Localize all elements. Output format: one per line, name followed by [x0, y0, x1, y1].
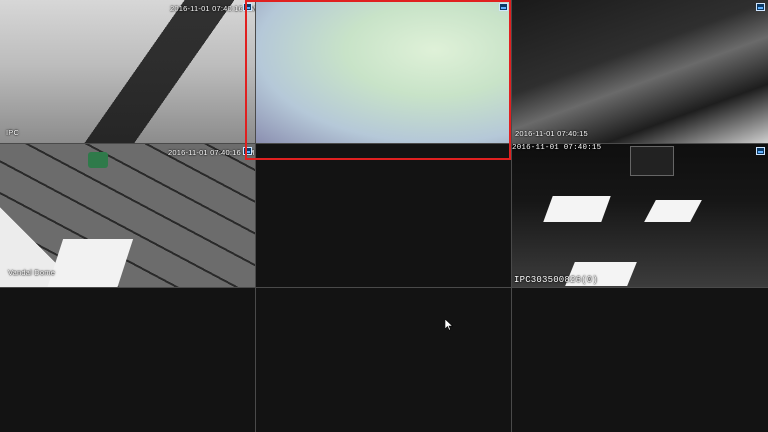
camera-icon[interactable] [243, 3, 252, 11]
camera-tile-2[interactable] [256, 0, 511, 143]
tile-camera-label: Vandal Dome [8, 268, 56, 277]
empty-tile-5[interactable] [256, 144, 511, 287]
tile-timestamp: 2016-11-01 07:40:15 [515, 129, 588, 138]
mouse-pointer-icon [444, 318, 454, 331]
empty-tile-9[interactable] [512, 288, 768, 432]
camera-icon[interactable] [756, 147, 765, 155]
tile-timestamp: 2016-11-01 07:40:16 AM [168, 148, 255, 157]
camera-tile-1[interactable]: 2016-11-01 07:40:16 AM IPC [0, 0, 255, 143]
camera-icon[interactable] [499, 3, 508, 11]
scene-object [88, 152, 108, 168]
scene-ceiling-light [644, 200, 702, 222]
camera-icon[interactable] [756, 3, 765, 11]
camera-tile-3[interactable]: 2016-11-01 07:40:15 [512, 0, 768, 143]
scene-window [630, 146, 674, 176]
empty-tile-8[interactable] [256, 288, 511, 432]
scene-floor-light [46, 239, 134, 287]
camera-icon[interactable] [243, 147, 252, 155]
camera-tile-6[interactable]: 2016-11-01 07:40:15 IPC303500826(0) [512, 144, 768, 287]
tile-timestamp: 2016-11-01 07:40:15 [512, 144, 602, 152]
camera-tile-4[interactable]: 2016-11-01 07:40:16 AM Vandal Dome [0, 144, 255, 287]
tile-camera-label: IPC [6, 128, 20, 137]
scene-ceiling-light [543, 196, 611, 222]
video-grid: 2016-11-01 07:40:16 AM IPC 2016-11-01 07… [0, 0, 768, 432]
empty-tile-7[interactable] [0, 288, 255, 432]
tile-camera-label: IPC303500826(0) [514, 275, 599, 285]
